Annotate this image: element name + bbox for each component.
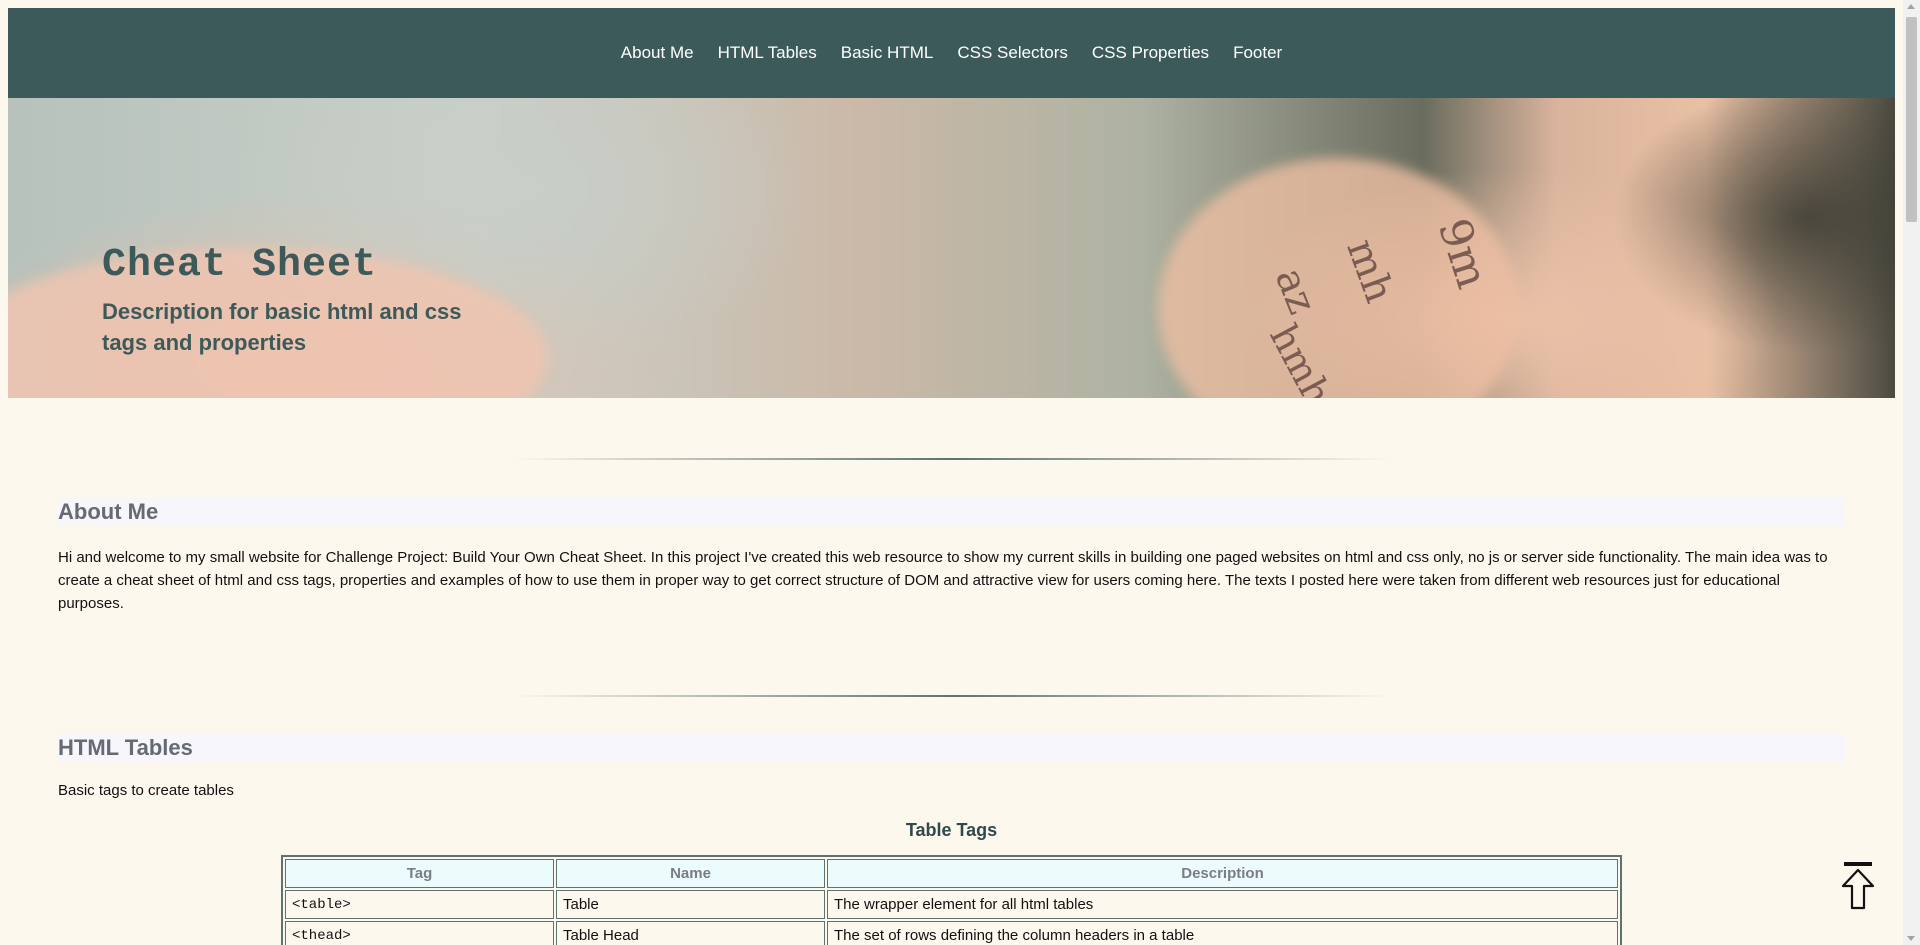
arrow-up-to-top-icon — [1841, 862, 1875, 910]
page-frame: About Me HTML Tables Basic HTML CSS Sele… — [8, 8, 1895, 945]
nav-link-css-selectors[interactable]: CSS Selectors — [945, 43, 1080, 63]
nav-link-footer[interactable]: Footer — [1221, 43, 1294, 63]
vertical-scrollbar[interactable] — [1903, 0, 1920, 945]
cell-description: The set of rows defining the column head… — [827, 921, 1618, 945]
about-me-section: About Me Hi and welcome to my small webs… — [8, 498, 1895, 615]
cell-name: Table — [556, 890, 825, 919]
scroll-down-arrow-icon[interactable] — [1907, 936, 1915, 941]
about-me-text: Hi and welcome to my small website for C… — [58, 549, 1828, 612]
html-tables-section: HTML Tables Basic tags to create tables … — [8, 734, 1895, 945]
hero-subtitle: Description for basic html and css tags … — [102, 299, 462, 355]
hero-banner: 9m mh az hmh Cheat Sheet Description for… — [8, 98, 1895, 398]
column-header-description: Description — [827, 859, 1618, 888]
back-to-top-button[interactable] — [1840, 860, 1876, 912]
about-me-heading: About Me — [58, 498, 1845, 526]
scrollbar-thumb[interactable] — [1906, 17, 1917, 222]
table-caption: Table Tags — [905, 820, 998, 840]
column-header-tag: Tag — [285, 859, 554, 888]
column-header-name: Name — [556, 859, 825, 888]
nav-link-html-tables[interactable]: HTML Tables — [706, 43, 829, 63]
cell-name: Table Head — [556, 921, 825, 945]
table-tags-table: Tag Name Description <table> Table The w… — [281, 855, 1622, 945]
nav-link-about-me[interactable]: About Me — [609, 43, 706, 63]
cell-tag: <thead> — [285, 921, 554, 945]
table-row: <thead> Table Head The set of rows defin… — [285, 921, 1618, 945]
nav-link-basic-html[interactable]: Basic HTML — [829, 43, 946, 63]
top-nav: About Me HTML Tables Basic HTML CSS Sele… — [8, 8, 1895, 98]
html-tables-heading: HTML Tables — [58, 734, 1845, 762]
cell-description: The wrapper element for all html tables — [827, 890, 1618, 919]
cell-tag: <table> — [285, 890, 554, 919]
page: About Me HTML Tables Basic HTML CSS Sele… — [0, 0, 1903, 945]
table-row: <table> Table The wrapper element for al… — [285, 890, 1618, 919]
hero-title: Cheat Sheet — [102, 243, 378, 288]
hero-text: Cheat Sheet Description for basic html a… — [102, 243, 482, 358]
nav-link-css-properties[interactable]: CSS Properties — [1080, 43, 1221, 63]
html-tables-intro: Basic tags to create tables — [58, 782, 234, 799]
scroll-up-arrow-icon[interactable] — [1907, 4, 1915, 9]
